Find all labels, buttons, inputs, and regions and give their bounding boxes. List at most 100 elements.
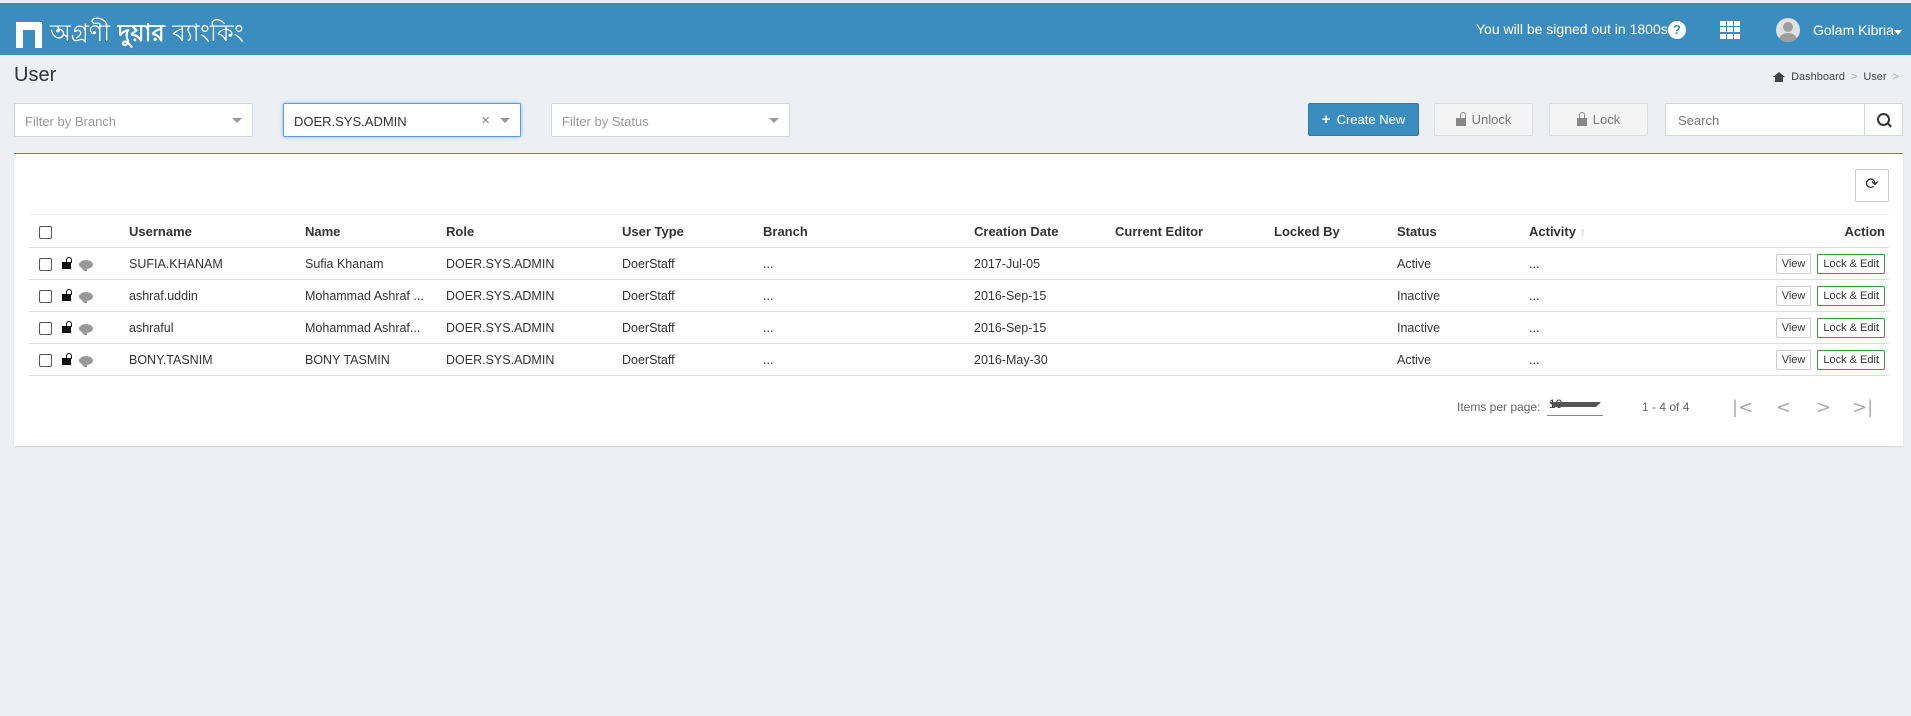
lock-edit-button[interactable]: Lock & Edit: [1817, 349, 1885, 370]
items-per-page-select[interactable]: 10: [1547, 395, 1603, 416]
comment-icon[interactable]: [79, 291, 93, 303]
breadcrumb-separator: >: [1892, 71, 1899, 83]
cell-branch: ...: [763, 247, 974, 280]
column-header-name[interactable]: Name: [305, 214, 446, 248]
comment-icon[interactable]: [79, 355, 93, 367]
view-button[interactable]: View: [1775, 285, 1812, 306]
column-header-creation-date[interactable]: Creation Date: [974, 214, 1115, 248]
view-button[interactable]: View: [1775, 253, 1812, 274]
select-all-checkbox[interactable]: [39, 225, 52, 239]
cell-creation-date: 2017-Jul-05: [974, 247, 1115, 280]
view-button[interactable]: View: [1775, 317, 1812, 338]
row-checkbox[interactable]: [39, 353, 52, 367]
column-header-locked-by[interactable]: Locked By: [1274, 214, 1397, 248]
clear-icon[interactable]: ×: [481, 112, 490, 129]
column-header-current-editor[interactable]: Current Editor: [1115, 214, 1274, 248]
breadcrumb: Dashboard > User >: [1773, 71, 1899, 83]
logo-word-2: দুয়ার: [117, 19, 165, 47]
last-page-icon[interactable]: >|: [1852, 397, 1873, 418]
pagination-range: 1 - 4 of 4: [1642, 400, 1690, 414]
refresh-icon[interactable]: ⟳: [1855, 169, 1889, 202]
role-filter-select[interactable]: DOER.SYS.ADMIN ×: [283, 103, 521, 137]
cell-branch: ...: [763, 343, 974, 376]
cell-activity: ...: [1529, 247, 1689, 280]
lock-label: Lock: [1592, 112, 1621, 127]
cell-name: Sufia Khanam: [305, 247, 446, 280]
user-avatar[interactable]: [1776, 18, 1800, 42]
table-row: ashraf.uddin Mohammad Ashraf ... DOER.SY…: [29, 279, 1889, 312]
cell-name: Mohammad Ashraf ...: [305, 279, 446, 312]
column-header-username[interactable]: Username: [129, 214, 305, 248]
lock-icon: [1576, 111, 1587, 126]
page-title: User: [14, 64, 57, 86]
user-menu-name[interactable]: Golam Kibria: [1813, 22, 1894, 38]
column-header-user-type[interactable]: User Type: [622, 214, 763, 248]
unlock-icon: [1455, 111, 1466, 126]
user-menu-caret-icon[interactable]: [1894, 30, 1902, 35]
search-icon[interactable]: [1864, 104, 1902, 135]
logo-mark-icon: [16, 22, 42, 48]
comment-icon[interactable]: [79, 323, 93, 335]
cell-branch: ...: [763, 279, 974, 312]
create-new-button[interactable]: + Create New: [1308, 103, 1419, 136]
breadcrumb-user: User: [1863, 71, 1887, 83]
cell-user-type: DoerStaff: [622, 311, 763, 344]
view-button[interactable]: View: [1775, 349, 1812, 370]
row-checkbox[interactable]: [39, 257, 52, 271]
unlock-button[interactable]: Unlock: [1434, 103, 1533, 136]
column-header-activity[interactable]: Activity ↑: [1529, 214, 1689, 248]
brand-logo[interactable]: অগ্রণী দুয়ার ব্যাংকিং: [16, 15, 244, 55]
unlocked-icon[interactable]: [62, 321, 72, 334]
chevron-down-icon[interactable]: [769, 118, 779, 123]
comment-icon[interactable]: [79, 259, 93, 271]
column-header-status[interactable]: Status: [1397, 214, 1529, 248]
row-checkbox[interactable]: [39, 289, 52, 303]
chevron-down-icon[interactable]: [500, 118, 510, 123]
column-header-role[interactable]: Role: [446, 214, 622, 248]
table-header-row: Username Name Role User Type Branch Crea…: [29, 214, 1889, 248]
unlocked-icon[interactable]: [62, 353, 72, 366]
cell-current-editor: [1115, 279, 1274, 312]
column-header-branch[interactable]: Branch: [763, 214, 974, 248]
lock-button[interactable]: Lock: [1549, 103, 1648, 136]
breadcrumb-dashboard[interactable]: Dashboard: [1791, 71, 1845, 83]
cell-status: Inactive: [1397, 279, 1529, 312]
unlock-label: Unlock: [1471, 112, 1512, 127]
apps-grid-icon[interactable]: [1720, 21, 1740, 39]
chevron-down-icon[interactable]: [232, 118, 242, 123]
cell-user-type: DoerStaff: [622, 343, 763, 376]
create-new-label: Create New: [1336, 112, 1406, 127]
plus-icon: +: [1321, 111, 1331, 128]
next-page-icon[interactable]: >: [1816, 397, 1831, 418]
cell-current-editor: [1115, 311, 1274, 344]
lock-edit-button[interactable]: Lock & Edit: [1817, 317, 1885, 338]
sort-ascending-icon[interactable]: ↑: [1580, 225, 1586, 239]
cell-creation-date: 2016-May-30: [974, 343, 1115, 376]
cell-activity: ...: [1529, 279, 1689, 312]
search-input[interactable]: [1676, 112, 1860, 129]
unlocked-icon[interactable]: [62, 289, 72, 302]
cell-locked-by: [1274, 311, 1397, 344]
row-checkbox[interactable]: [39, 321, 52, 335]
cell-username: ashraf.uddin: [129, 279, 305, 312]
cell-status: Inactive: [1397, 311, 1529, 344]
help-icon[interactable]: ?: [1668, 21, 1686, 39]
cell-creation-date: 2016-Sep-15: [974, 311, 1115, 344]
home-icon[interactable]: [1773, 72, 1786, 82]
chevron-down-icon: [1549, 402, 1601, 407]
cell-role: DOER.SYS.ADMIN: [446, 247, 622, 280]
lock-edit-button[interactable]: Lock & Edit: [1817, 253, 1885, 274]
logo-word-3: ব্যাংকিং: [172, 19, 244, 47]
logo-text: অগ্রণী দুয়ার ব্যাংকিং: [50, 15, 244, 55]
cell-creation-date: 2016-Sep-15: [974, 279, 1115, 312]
lock-edit-button[interactable]: Lock & Edit: [1817, 285, 1885, 306]
branch-filter-select[interactable]: Filter by Branch: [14, 103, 253, 137]
signout-timer: You will be signed out in 1800s: [1476, 21, 1668, 37]
users-panel: ⟳ Username Name Role User Type Branch Cr…: [14, 153, 1903, 446]
action-header-label: Action: [1844, 223, 1885, 239]
status-filter-select[interactable]: Filter by Status: [551, 103, 790, 137]
items-per-page-label: Items per page:: [1457, 400, 1541, 414]
unlocked-icon[interactable]: [62, 257, 72, 270]
previous-page-icon[interactable]: <: [1776, 397, 1791, 418]
first-page-icon[interactable]: |<: [1732, 397, 1753, 418]
